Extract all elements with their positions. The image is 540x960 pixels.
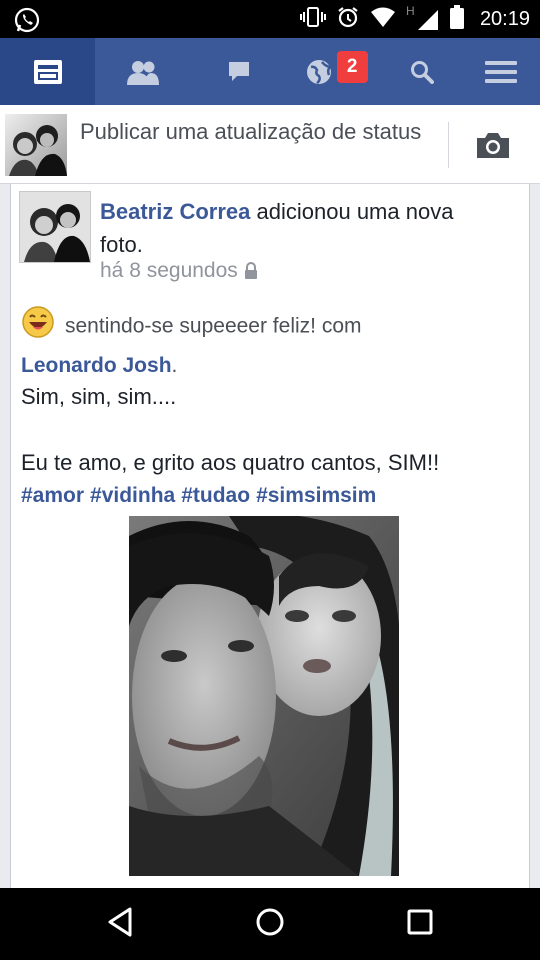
feeling-line: sentindo-se supeeeer feliz! com Leonardo … (21, 305, 521, 382)
whatsapp-icon (14, 7, 40, 38)
top-nav-bar: 2 (0, 38, 540, 105)
battery-icon (449, 4, 464, 34)
post-meta: há 8 segundos (100, 259, 258, 283)
hamburger-menu-icon (485, 60, 518, 83)
network-type-label: H (405, 4, 415, 18)
system-nav-bar (0, 888, 540, 960)
tab-messages[interactable] (191, 38, 286, 105)
tab-news-feed[interactable] (0, 38, 96, 105)
home-icon (256, 908, 284, 936)
post-photo[interactable] (129, 516, 399, 876)
status-prompt-input[interactable]: Publicar uma atualização de status (80, 115, 430, 148)
vibrate-icon (299, 6, 326, 33)
post-timestamp[interactable]: há 8 segundos (100, 259, 238, 283)
feed-post: Beatriz Correa adicionou uma nova foto. … (10, 184, 530, 889)
back-icon (108, 907, 132, 937)
signal-icon: H (405, 4, 440, 32)
author-name-link[interactable]: Beatriz Correa (100, 199, 250, 224)
camera-button[interactable] (475, 130, 511, 165)
home-button[interactable] (255, 906, 285, 943)
author-avatar[interactable] (19, 191, 91, 263)
lock-icon (244, 262, 257, 279)
tagged-suffix: . (171, 354, 178, 377)
globe-icon (307, 59, 333, 84)
happy-face-icon (21, 305, 55, 349)
tab-friend-requests[interactable] (95, 38, 191, 105)
hashtag-link[interactable]: #amor (21, 484, 84, 507)
status-bar: H 20:19 (0, 0, 540, 38)
divider (448, 122, 449, 168)
notification-badge: 2 (336, 51, 368, 83)
news-feed-icon (33, 59, 62, 84)
hashtag-link[interactable]: #tudao (181, 484, 250, 507)
search-icon (411, 60, 435, 84)
search-button[interactable] (382, 38, 463, 105)
post-message: Sim, sim, sim.... Eu te amo, e grito aos… (21, 380, 521, 479)
status-composer: Publicar uma atualização de status (0, 105, 540, 184)
recent-apps-icon (407, 909, 433, 935)
hashtags: #amor #vidinha #tudao #simsimsim (21, 479, 382, 512)
recent-apps-button[interactable] (406, 906, 434, 943)
clock: 20:19 (479, 7, 530, 30)
tagged-person-link[interactable]: Leonardo Josh (21, 354, 172, 377)
camera-icon (477, 133, 509, 158)
hashtag-link[interactable]: #vidinha (90, 484, 175, 507)
message-line: Eu te amo, e grito aos quatro cantos, SI… (21, 450, 440, 475)
messages-icon (229, 61, 250, 81)
tab-notifications[interactable]: 2 (287, 38, 382, 105)
wifi-icon (370, 6, 396, 33)
friends-icon (127, 60, 160, 85)
post-header: Beatriz Correa adicionou uma nova foto. (100, 195, 500, 261)
back-button[interactable] (106, 906, 134, 943)
menu-button[interactable] (462, 38, 540, 105)
hashtag-link[interactable]: #simsimsim (256, 484, 376, 507)
user-avatar (5, 114, 67, 176)
alarm-icon (336, 5, 360, 34)
feeling-text: sentindo-se supeeeer feliz! com (65, 314, 362, 338)
message-line: Sim, sim, sim.... (21, 384, 177, 409)
